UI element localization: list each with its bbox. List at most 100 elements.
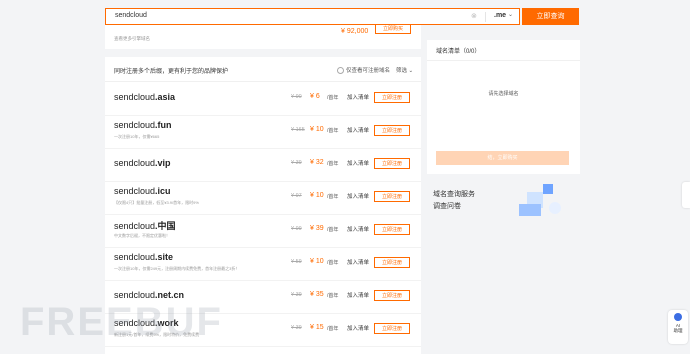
original-price: ¥ 165 bbox=[291, 127, 305, 133]
survey-title-line2: 调查问卷 bbox=[433, 203, 461, 210]
domain-base: sendcloud bbox=[114, 120, 156, 130]
register-button[interactable]: 立即注册 bbox=[374, 257, 410, 268]
original-price: ¥ 97 bbox=[291, 193, 302, 199]
register-button[interactable]: 立即注册 bbox=[374, 224, 410, 235]
search-input[interactable]: sendcloud bbox=[115, 12, 147, 19]
buy-now-button[interactable]: 立即购买 bbox=[375, 25, 411, 34]
current-price: ¥ 39 bbox=[310, 225, 324, 232]
register-button[interactable]: 立即注册 bbox=[374, 92, 410, 103]
current-price: ¥ 32 bbox=[310, 159, 324, 166]
add-to-list-button[interactable]: 加入清单 bbox=[347, 192, 369, 200]
price-unit: /首年 bbox=[327, 128, 339, 134]
ai-label-2: 助理 bbox=[673, 328, 683, 333]
cart-empty-text: 请先选择域名 bbox=[488, 91, 519, 97]
price-unit: /首年 bbox=[327, 326, 339, 332]
price-unit: /首年 bbox=[327, 161, 339, 167]
divider bbox=[485, 12, 486, 22]
domain-desc: 一次注册10年，仅需¥665 bbox=[114, 134, 160, 139]
register-button[interactable]: 立即注册 bbox=[374, 323, 410, 334]
register-button[interactable]: 立即注册 bbox=[374, 290, 410, 301]
add-to-list-button[interactable]: 加入清单 bbox=[347, 258, 369, 266]
original-price: ¥ 39 bbox=[291, 160, 302, 166]
cart-buy-button[interactable]: 结，立即购买 bbox=[436, 151, 569, 165]
add-to-list-button[interactable]: 加入清单 bbox=[347, 159, 369, 167]
domain-name: sendcloud.site bbox=[114, 252, 173, 262]
original-price: ¥ 99 bbox=[291, 226, 302, 232]
domain-suffix: .fun bbox=[155, 120, 172, 130]
domain-row: sendcloud.fun 一次注册10年，仅需¥665 ¥ 165 ¥ 10/首年 加… bbox=[105, 115, 421, 149]
domain-name: sendcloud.中国 bbox=[114, 219, 176, 232]
domain-base: sendcloud bbox=[114, 158, 156, 168]
current-price: ¥ 10 bbox=[310, 126, 324, 133]
domain-row: sendcloud.asia ¥ 90 ¥ 6/首年 加入清单 立即注册 bbox=[105, 82, 421, 116]
domain-suffix: .icu bbox=[155, 186, 171, 196]
current-price: ¥ 6 bbox=[310, 93, 320, 100]
list-header: 同时注册多个后缀，更有利于您的品牌保护 仅查看可注册域名 筛选 ⌄ bbox=[105, 57, 421, 82]
original-price: ¥ 39 bbox=[291, 325, 302, 331]
domain-suffix: .site bbox=[155, 252, 174, 262]
clear-icon[interactable]: ⊗ bbox=[471, 12, 477, 20]
price-unit: /首年 bbox=[327, 227, 339, 233]
domain-suffix: .net.cn bbox=[155, 290, 185, 300]
original-price: ¥ 59 bbox=[291, 259, 302, 265]
available-only-label[interactable]: 仅查看可注册域名 bbox=[346, 66, 390, 74]
domain-suffix: .asia bbox=[155, 92, 176, 102]
price-unit: /首年 bbox=[327, 293, 339, 299]
domain-name: sendcloud.icu bbox=[114, 186, 171, 196]
domain-name: sendcloud.fun bbox=[114, 120, 172, 130]
domain-row: sendcloud.vip ¥ 39 ¥ 32/首年 加入清单 立即注册 bbox=[105, 148, 421, 182]
domain-suffix: .中国 bbox=[155, 221, 176, 231]
top-card-note: 查看更多引擎域名 bbox=[114, 36, 150, 41]
domain-row: sendcloud.中国 中文数字后缀，不限定优惠啦！ ¥ 99 ¥ 39/首年 加入清… bbox=[105, 214, 421, 248]
current-price: ¥ 10 bbox=[310, 258, 324, 265]
current-price: ¥ 15 bbox=[310, 324, 324, 331]
top-card: ¥ 92,000 立即购买 查看更多引擎域名 bbox=[105, 25, 421, 49]
survey-title-line1: 域名查询服务 bbox=[433, 191, 475, 198]
domain-base: sendcloud bbox=[114, 186, 156, 196]
domain-desc: 中文数字后缀，不限定优惠啦！ bbox=[114, 233, 170, 238]
domain-row: sendcloud.site 一次注册10年，仅需249元，注册周期内续费免费，首… bbox=[105, 247, 421, 281]
register-button[interactable]: 立即注册 bbox=[374, 125, 410, 136]
domain-cart: 域名清单（0/0） 请先选择域名 结，立即购买 bbox=[427, 40, 580, 174]
ai-avatar-icon bbox=[674, 313, 682, 321]
current-price: ¥ 35 bbox=[310, 291, 324, 298]
add-to-list-button[interactable]: 加入清单 bbox=[347, 126, 369, 134]
tld-select[interactable]: .me bbox=[494, 12, 506, 19]
survey-illustration bbox=[519, 184, 561, 216]
chevron-down-icon[interactable]: ⌄ bbox=[508, 11, 513, 18]
search-box[interactable]: sendcloud ⊗ .me ⌄ bbox=[105, 8, 520, 25]
domain-name: sendcloud.asia bbox=[114, 92, 175, 102]
register-button[interactable]: 立即注册 bbox=[374, 191, 410, 202]
domain-base: sendcloud bbox=[114, 290, 156, 300]
add-to-list-button[interactable]: 加入清单 bbox=[347, 324, 369, 332]
domain-base: sendcloud bbox=[114, 221, 156, 231]
register-button[interactable]: 立即注册 bbox=[374, 158, 410, 169]
add-to-list-button[interactable]: 加入清单 bbox=[347, 93, 369, 101]
domain-suffix: .vip bbox=[155, 158, 171, 168]
add-to-list-button[interactable]: 加入清单 bbox=[347, 291, 369, 299]
filter-label: 筛选 bbox=[396, 68, 408, 74]
search-button[interactable]: 立即查询 bbox=[522, 8, 579, 25]
domain-desc: 【仅限4只】批量注册，低至¥3.9/首年，限时9% bbox=[114, 200, 199, 205]
domain-name: sendcloud.vip bbox=[114, 158, 171, 168]
add-to-list-button[interactable]: 加入清单 bbox=[347, 225, 369, 233]
domain-name: sendcloud.net.cn bbox=[114, 290, 184, 300]
domain-base: sendcloud bbox=[114, 92, 156, 102]
price-unit: /首年 bbox=[327, 260, 339, 266]
ai-assistant-button[interactable]: AI 助理 bbox=[668, 310, 688, 344]
price-unit: /首年 bbox=[327, 194, 339, 200]
price-unit: /首年 bbox=[327, 95, 339, 101]
list-heading: 同时注册多个后缀，更有利于您的品牌保护 bbox=[114, 69, 229, 75]
original-price: ¥ 90 bbox=[291, 94, 302, 100]
side-feedback-tab[interactable] bbox=[682, 182, 690, 208]
filter-dropdown[interactable]: 筛选 ⌄ bbox=[396, 66, 413, 74]
cart-title: 域名清单（0/0） bbox=[436, 49, 481, 55]
top-card-price: ¥ 92,000 bbox=[341, 28, 369, 35]
available-only-checkbox[interactable] bbox=[337, 67, 344, 74]
chevron-down-icon: ⌄ bbox=[408, 68, 414, 74]
survey-banner[interactable]: 域名查询服务 调查问卷 bbox=[427, 178, 580, 228]
divider bbox=[427, 60, 580, 61]
watermark: FREEBUF bbox=[20, 300, 223, 344]
current-price: ¥ 10 bbox=[310, 192, 324, 199]
domain-desc: 一次注册10年，仅需249元，注册周期内续费免费，首年注册最之3折！ bbox=[114, 266, 240, 271]
